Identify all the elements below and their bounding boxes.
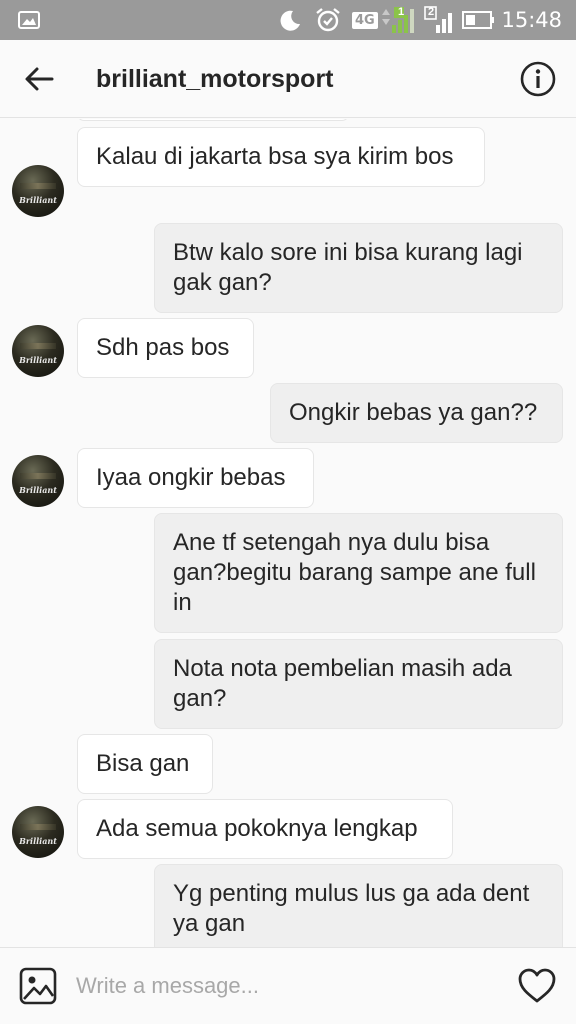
network-type-badge: 4G [352,0,378,40]
gallery-notification-icon [18,0,40,40]
like-button[interactable] [516,965,558,1007]
info-button[interactable] [516,57,560,101]
info-icon [520,61,556,97]
message-bubble-incoming[interactable]: Bisa gan [77,734,213,794]
status-bar: 4G 1 2 15:48 [0,0,576,40]
message-composer [0,947,576,1024]
battery-icon [462,0,496,40]
alarm-icon [314,0,342,40]
message-list[interactable]: Brilliant Kalau di jakarta bsa sya kirim… [0,119,576,947]
message-bubble-incoming[interactable]: Iyaa ongkir bebas [77,448,314,508]
message-input[interactable] [76,966,476,1006]
sim1-label: 1 [398,6,405,18]
avatar[interactable]: Brilliant [12,325,64,377]
message-bubble-outgoing[interactable]: Yg penting mulus lus ga ada dent ya gan [154,864,563,947]
back-button[interactable] [14,54,64,104]
message-bubble-outgoing[interactable]: Btw kalo sore ini bisa kurang lagi gak g… [154,223,563,313]
avatar[interactable]: Brilliant [12,455,64,507]
message-bubble-outgoing[interactable]: Ane tf setengah nya dulu bisa gan?begitu… [154,513,563,633]
back-arrow-icon [25,67,54,91]
avatar[interactable]: Brilliant [12,165,64,217]
moon-icon [278,0,302,40]
message-bubble-incoming[interactable]: Ada semua pokoknya lengkap [77,799,453,859]
partial-message-bubble [77,119,349,121]
avatar[interactable]: Brilliant [12,806,64,858]
conversation-title: brilliant_motorsport [96,65,334,93]
clock: 15:48 [501,8,562,32]
message-bubble-outgoing[interactable]: Nota nota pembelian masih ada gan? [154,639,563,729]
image-icon [19,967,57,1005]
sim2-label: 2 [428,6,435,18]
gallery-button[interactable] [18,966,58,1006]
conversation-header: brilliant_motorsport [0,40,576,118]
heart-icon [518,968,556,1003]
message-bubble-incoming[interactable]: Kalau di jakarta bsa sya kirim bos [77,127,485,187]
message-bubble-incoming[interactable]: Sdh pas bos [77,318,254,378]
message-bubble-outgoing[interactable]: Ongkir bebas ya gan?? [270,383,563,443]
